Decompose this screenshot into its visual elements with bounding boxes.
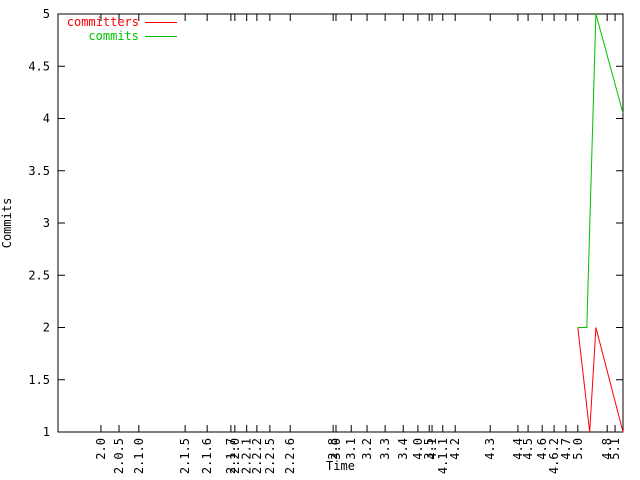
- x-tick-label: 2.2.5: [263, 438, 277, 474]
- y-tick-label: 5: [43, 7, 50, 21]
- y-tick-label: 2: [43, 321, 50, 335]
- x-tick-label: 2.2.6: [283, 438, 297, 474]
- x-tick-label: 3.1: [344, 438, 358, 460]
- x-tick-label: 2.1.5: [178, 438, 192, 474]
- x-tick-label: 2.0.5: [112, 438, 126, 474]
- x-tick-label: 4.5: [521, 438, 535, 460]
- y-tick-label: 3: [43, 216, 50, 230]
- x-tick-label: 2.1.0: [132, 438, 146, 474]
- y-tick-label: 3.5: [28, 164, 50, 178]
- y-tick-label: 2.5: [28, 268, 50, 282]
- x-tick-label: 3.0: [329, 438, 343, 460]
- gnuplot-chart-window: 1 1.5 2 2.5 3 3.5 4 4.5 5 2.0 2.0.5 2.1.0 2.1.5 2.1.6…: [0, 0, 640, 480]
- x-tick-label: 5.1: [608, 438, 622, 460]
- commits-over-time-chart: 1 1.5 2 2.5 3 3.5 4 4.5 5 2.0 2.0.5 2.1.0 2.1.5 2.1.6…: [0, 0, 640, 480]
- x-tick-label: 4.3: [483, 438, 497, 460]
- y-tick-label: 1.5: [28, 373, 50, 387]
- x-tick-label: 3.4: [396, 438, 410, 460]
- legend-label-committers: committers: [67, 15, 139, 29]
- x-tick-label: 3.2: [360, 438, 374, 460]
- x-tick-label: 4.2: [448, 438, 462, 460]
- y-axis-title: Commits: [0, 198, 14, 249]
- x-tick-label: 3.3: [378, 438, 392, 460]
- x-tick-label: 2.1.6: [200, 438, 214, 474]
- y-tick-label: 4.5: [28, 59, 50, 73]
- x-tick-label: 2.2.2: [250, 438, 264, 474]
- x-tick-label: 2.0: [94, 438, 108, 460]
- y-tick-label: 1: [43, 425, 50, 439]
- x-tick-label: 5.0: [571, 438, 585, 460]
- chart-background: [0, 0, 640, 480]
- y-tick-label: 4: [43, 112, 50, 126]
- x-axis-title: Time: [326, 459, 355, 473]
- legend-label-commits: commits: [88, 29, 139, 43]
